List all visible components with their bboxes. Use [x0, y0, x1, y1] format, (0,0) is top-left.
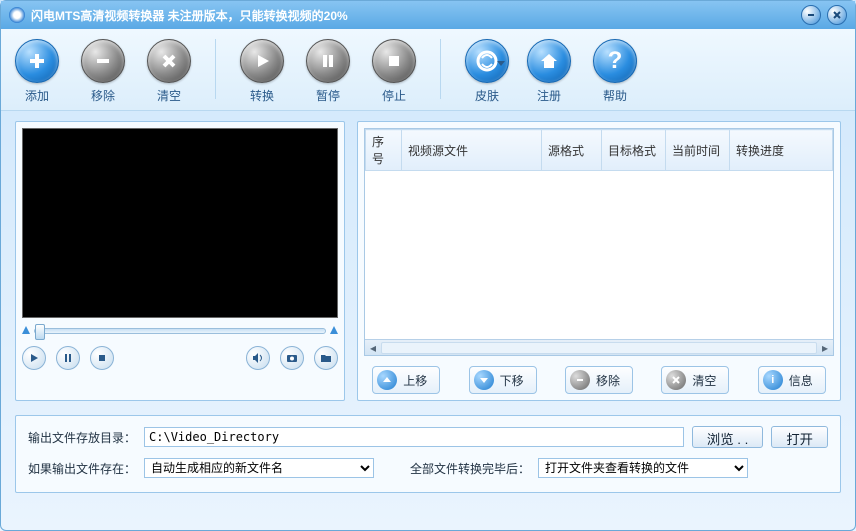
home-icon: [538, 50, 560, 72]
main-toolbar: 添加 移除 清空 转换 暂停 停止 皮肤: [1, 29, 855, 111]
open-button[interactable]: 打开: [771, 426, 828, 448]
folder-icon: [320, 353, 332, 363]
register-button[interactable]: 注册: [527, 39, 571, 104]
skin-button[interactable]: 皮肤: [465, 39, 509, 104]
toolbar-separator: [215, 39, 216, 99]
table-body[interactable]: [365, 171, 833, 339]
toolbar-separator: [440, 39, 441, 99]
titlebar: 闪电MTS高清视频转换器 未注册版本，只能转换视频的20%: [1, 1, 855, 29]
scroll-right-icon[interactable]: ▸: [817, 341, 833, 355]
file-table[interactable]: 序号 视频源文件 源格式 目标格式 当前时间 转换进度 ◂ ▸: [364, 128, 834, 356]
stop-button[interactable]: 停止: [372, 39, 416, 104]
pause-icon: [317, 50, 339, 72]
add-button[interactable]: 添加: [15, 39, 59, 104]
col-source[interactable]: 视频源文件: [402, 130, 542, 171]
video-preview[interactable]: [22, 128, 338, 318]
col-time[interactable]: 当前时间: [666, 130, 730, 171]
convert-button[interactable]: 转换: [240, 39, 284, 104]
question-icon: ?: [608, 47, 623, 75]
browse-button[interactable]: 浏览 . .: [692, 426, 763, 448]
volume-button[interactable]: [246, 346, 270, 370]
col-srcfmt[interactable]: 源格式: [542, 130, 602, 171]
info-icon: i: [763, 370, 783, 390]
after-all-select[interactable]: 打开文件夹查看转换的文件: [538, 458, 748, 478]
info-button[interactable]: i 信息: [758, 366, 826, 394]
move-up-button[interactable]: 上移: [372, 366, 440, 394]
preview-panel: [15, 121, 345, 401]
preview-pause-button[interactable]: [56, 346, 80, 370]
preview-stop-button[interactable]: [90, 346, 114, 370]
help-button[interactable]: ? 帮助: [593, 39, 637, 104]
play-icon: [251, 50, 273, 72]
range-start-marker[interactable]: [22, 326, 30, 336]
list-clear-button[interactable]: 清空: [661, 366, 729, 394]
minimize-button[interactable]: [801, 5, 821, 25]
window-title: 闪电MTS高清视频转换器 未注册版本，只能转换视频的20%: [31, 7, 801, 24]
remove-button[interactable]: 移除: [81, 39, 125, 104]
list-remove-button[interactable]: 移除: [565, 366, 633, 394]
seek-thumb[interactable]: [35, 324, 45, 340]
preview-play-button[interactable]: [22, 346, 46, 370]
folder-button[interactable]: [314, 346, 338, 370]
after-all-label: 全部文件转换完毕后：: [410, 460, 530, 477]
minus-icon: [570, 370, 590, 390]
range-end-marker[interactable]: [330, 326, 338, 336]
stop-icon: [97, 353, 107, 363]
snapshot-button[interactable]: [280, 346, 304, 370]
app-logo-icon: [9, 7, 25, 23]
play-icon: [29, 353, 39, 363]
skin-dropdown-icon[interactable]: [497, 61, 505, 66]
minus-icon: [92, 50, 114, 72]
output-dir-label: 输出文件存放目录：: [28, 429, 136, 446]
col-index[interactable]: 序号: [366, 130, 402, 171]
scroll-left-icon[interactable]: ◂: [365, 341, 381, 355]
clear-button[interactable]: 清空: [147, 39, 191, 104]
output-settings-panel: 输出文件存放目录： 浏览 . . 打开 如果输出文件存在： 自动生成相应的新文件…: [15, 415, 841, 493]
arrow-down-icon: [474, 370, 494, 390]
output-dir-input[interactable]: [144, 427, 684, 447]
pause-icon: [63, 353, 73, 363]
plus-icon: [26, 50, 48, 72]
move-down-button[interactable]: 下移: [469, 366, 537, 394]
file-list-panel: 序号 视频源文件 源格式 目标格式 当前时间 转换进度 ◂ ▸ 上移: [357, 121, 841, 401]
seek-slider[interactable]: [34, 328, 326, 334]
arrow-up-icon: [377, 370, 397, 390]
speaker-icon: [252, 352, 264, 364]
col-dstfmt[interactable]: 目标格式: [602, 130, 666, 171]
if-exists-label: 如果输出文件存在：: [28, 460, 136, 477]
col-progress[interactable]: 转换进度: [730, 130, 833, 171]
pause-button[interactable]: 暂停: [306, 39, 350, 104]
horizontal-scrollbar[interactable]: ◂ ▸: [365, 339, 833, 355]
close-button[interactable]: [827, 5, 847, 25]
stop-icon: [383, 50, 405, 72]
x-icon: [666, 370, 686, 390]
camera-icon: [286, 353, 298, 363]
x-icon: [158, 50, 180, 72]
if-exists-select[interactable]: 自动生成相应的新文件名: [144, 458, 374, 478]
